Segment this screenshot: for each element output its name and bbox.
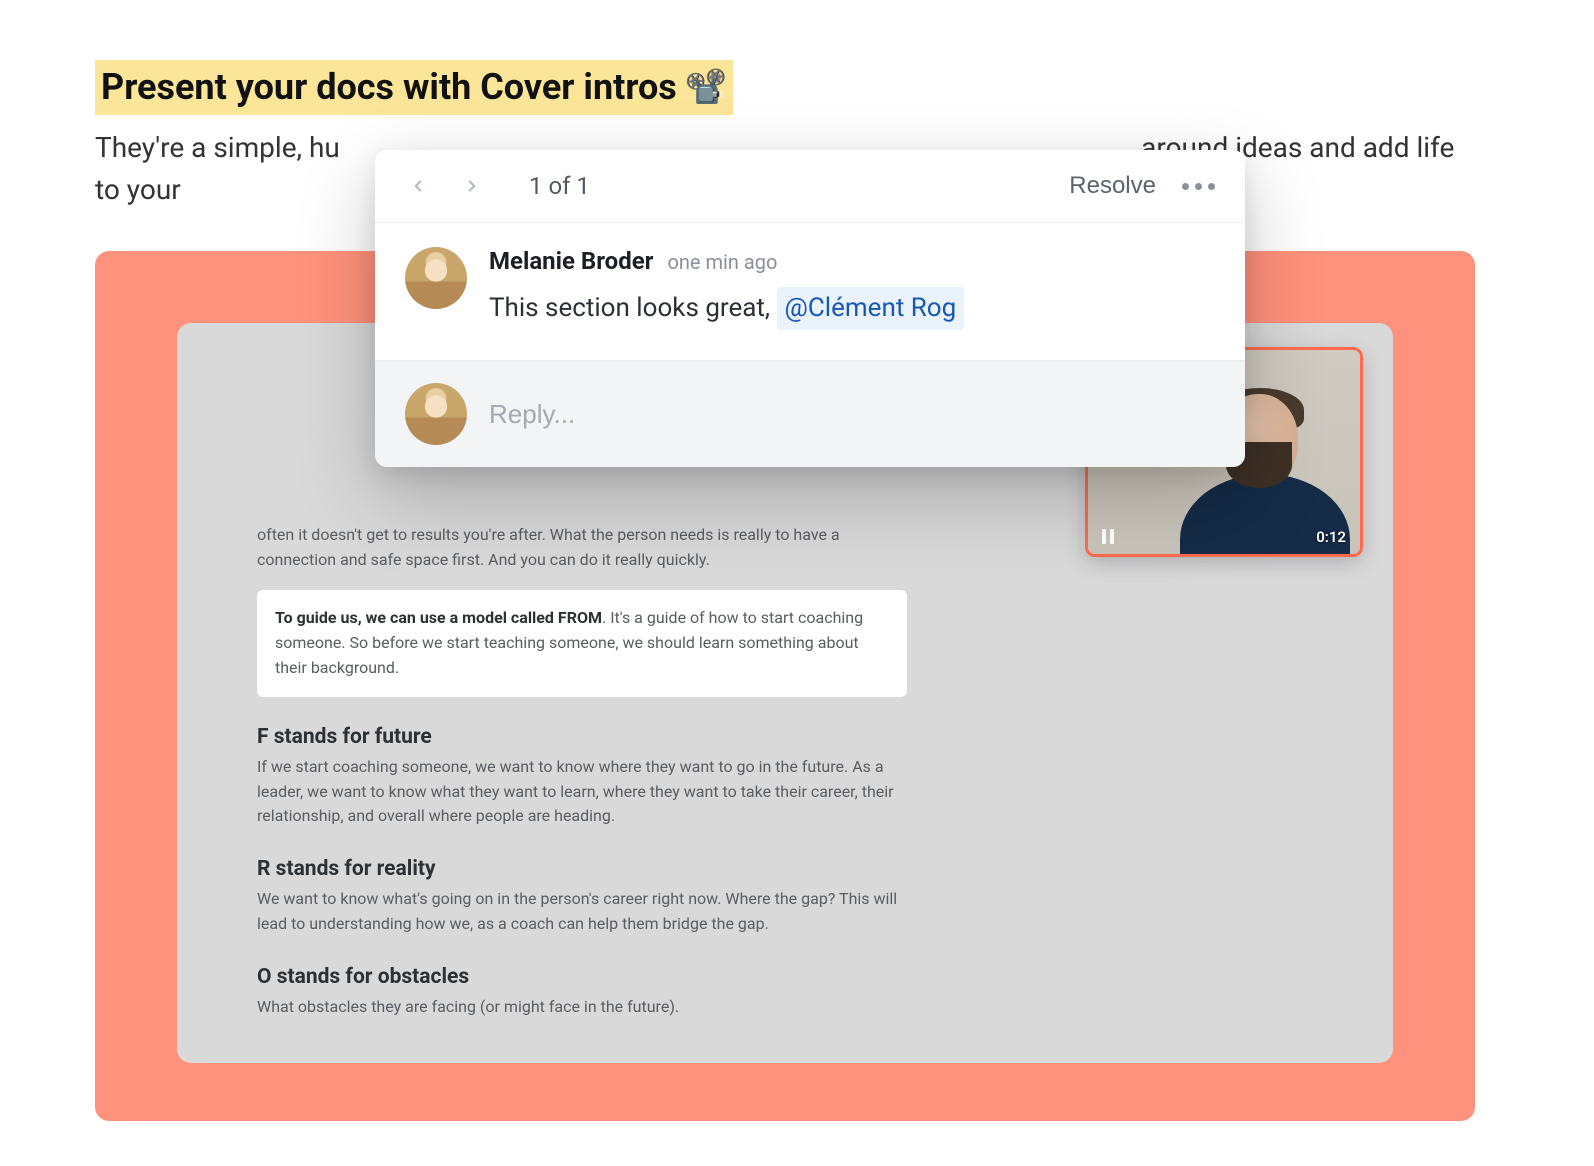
doc-section-heading: R stands for reality [257,857,907,881]
projector-icon: 📽️ [685,65,727,109]
comment-author-avatar [405,247,467,309]
doc-section-f: F stands for future If we start coaching… [257,725,907,829]
page-title: Present your docs with Cover intros [101,64,677,111]
comment-body: Melanie Broder one min ago This section … [375,223,1245,360]
reply-row [375,360,1245,467]
doc-section-body: We want to know what's going on in the p… [257,887,907,937]
prev-comment-button[interactable] [405,173,431,199]
video-timestamp: 0:12 [1316,528,1346,546]
comment-text: This section looks great, [489,293,777,323]
comment-message: This section looks great, @Clément Rog [489,287,1215,330]
comment-popover-header: 1 of 1 Resolve [375,150,1245,223]
doc-section-heading: F stands for future [257,725,907,749]
dots-icon [1182,183,1189,190]
doc-section-o: O stands for obstacles What obstacles th… [257,965,907,1020]
comment-timestamp: one min ago [667,250,777,274]
reply-author-avatar [405,383,467,445]
doc-highlight-box: To guide us, we can use a model called F… [257,590,907,696]
page-title-highlight: Present your docs with Cover intros 📽️ [95,60,733,115]
next-comment-button[interactable] [459,173,485,199]
page-title-wrap: Present your docs with Cover intros 📽️ [95,60,733,115]
comment-popover: 1 of 1 Resolve Melanie Broder one min ag… [375,150,1245,467]
comment-mention[interactable]: @Clément Rog [777,287,965,330]
doc-box-lead: To guide us, we can use a model called F… [275,608,602,627]
chevron-right-icon [463,172,481,200]
comment-author: Melanie Broder [489,247,653,275]
video-controls: 0:12 [1088,528,1360,546]
comment-counter: 1 of 1 [529,172,590,200]
more-options-button[interactable] [1182,183,1215,190]
doc-intro-tail: often it doesn't get to results you're a… [257,523,907,573]
doc-section-body: What obstacles they are facing (or might… [257,995,907,1020]
pause-icon[interactable] [1102,529,1114,544]
doc-section-body: If we start coaching someone, we want to… [257,755,907,829]
chevron-left-icon [409,172,427,200]
resolve-button[interactable]: Resolve [1069,172,1156,200]
doc-section-r: R stands for reality We want to know wha… [257,857,907,937]
reply-input[interactable] [489,399,1215,430]
doc-section-heading: O stands for obstacles [257,965,907,989]
